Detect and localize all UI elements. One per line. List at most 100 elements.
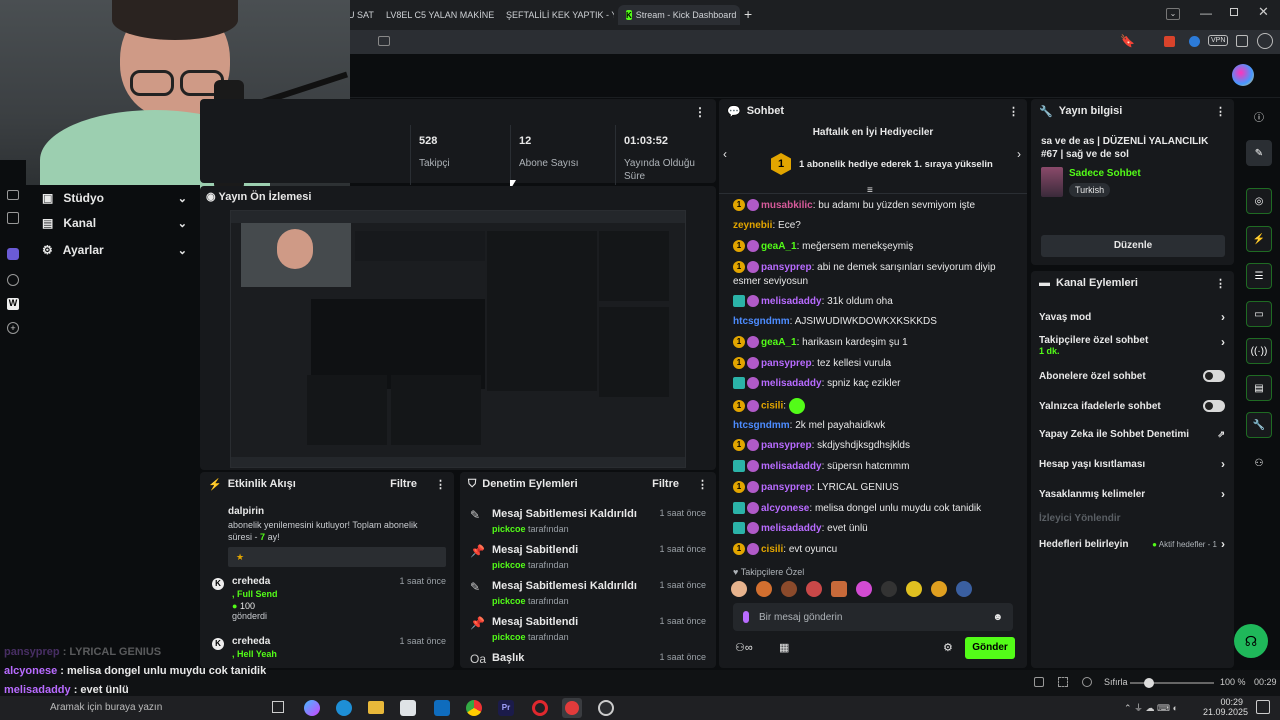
wallet-icon[interactable] [1236,35,1248,47]
emoji-icon[interactable]: ☻ [992,612,1003,623]
close-icon[interactable]: ✕ [1258,4,1269,20]
outlook-icon[interactable] [434,700,450,716]
pinned-collapse-icon[interactable]: ≡ [867,185,873,196]
layout-icon[interactable]: ▤ [1246,375,1272,401]
extension-icon[interactable] [1189,36,1200,47]
capture-icon[interactable] [1058,677,1068,687]
chevron-right-icon[interactable]: › [1017,147,1021,161]
emote-icon[interactable] [781,581,797,597]
tab-search-icon[interactable]: ⌄ [1166,8,1180,20]
subscribers-only-toggle[interactable] [1203,370,1225,382]
chat-username[interactable]: pansyprep [761,358,812,369]
emote-icon[interactable] [906,581,922,597]
emote-icon[interactable] [931,581,947,597]
nav-item-studio[interactable]: ▣ Stüdyo ⌄ [42,187,187,209]
stream-preview-video[interactable] [230,210,686,468]
theme-icon[interactable] [1082,677,1092,687]
wrench-icon[interactable]: 🔧 [1246,412,1272,438]
more-options-icon[interactable]: ⋮ [1215,277,1226,290]
bolt-icon[interactable]: ⚡ [1246,226,1272,252]
zoom-slider[interactable] [1130,678,1214,688]
globe-icon[interactable] [7,274,19,286]
users-icon[interactable]: ⚇ [1246,450,1272,476]
more-options-icon[interactable]: ⋮ [1215,105,1226,118]
tab-kick-dashboard[interactable]: K Stream - Kick Dashboard [618,5,740,25]
emote-icon[interactable] [956,581,972,597]
emote-icon[interactable] [856,581,872,597]
task-view-icon[interactable] [272,701,284,713]
emote-icon[interactable] [806,581,822,597]
store-icon[interactable]: ▦ [779,641,789,654]
emotes-only-toggle[interactable] [1203,400,1225,412]
chat-username[interactable]: pansyprep [761,440,812,451]
copilot-icon[interactable] [304,700,320,716]
target-icon[interactable]: ◎ [1246,188,1272,214]
notification-icon[interactable] [1256,700,1270,714]
tab-1[interactable]: U SAT [348,5,378,25]
more-options-icon[interactable]: ⋮ [1008,105,1019,118]
nav-item-settings[interactable]: ⚙ Ayarlar ⌄ [42,239,187,261]
chat-username[interactable]: melisadaddy [761,461,822,472]
action-subscribers-only[interactable]: Abonelere özel sohbet [1039,365,1225,387]
chat-username[interactable]: melisadaddy [761,296,822,307]
taskbar-search[interactable]: Aramak için buraya yazın [50,702,162,713]
app-icon[interactable] [7,248,19,260]
moderation-filter-button[interactable]: Filtre [652,478,679,490]
chat-username[interactable]: cisili [761,544,783,555]
chat-username[interactable]: geaA_1 [761,241,797,252]
gear-icon[interactable]: ⚙ [943,641,953,654]
more-options-icon[interactable]: ⋮ [694,105,706,119]
explorer-icon[interactable] [368,701,384,714]
list-icon[interactable]: ☰ [1246,263,1272,289]
chat-username[interactable]: htcsgndmm [733,420,790,431]
chat-username[interactable]: pansyprep [761,482,812,493]
emote-icon[interactable] [756,581,772,597]
chat-input[interactable]: Bir mesaj gönderin ☻ [733,603,1013,631]
chat-username[interactable]: htcsgndmm [733,316,790,327]
edit-button[interactable]: Düzenle [1041,235,1225,257]
document-icon[interactable] [7,212,19,224]
tab-2[interactable]: LV8EL C5 YALAN MAKİNESİ [382,5,494,25]
vivaldi-icon[interactable] [562,698,582,718]
w-app-icon[interactable]: W [7,298,19,310]
minimize-icon[interactable]: — [1200,6,1212,20]
more-options-icon[interactable]: ⋮ [435,478,446,491]
chat-username[interactable]: cisili [761,401,783,412]
nav-item-channel[interactable]: ▤ Kanal ⌄ [42,212,187,234]
more-options-icon[interactable]: ⋮ [697,478,708,491]
rewards-icon[interactable]: ⚇∞ [735,641,753,654]
zoom-reset-button[interactable]: Sıfırla [1104,677,1128,687]
action-banned-words[interactable]: Yasaklanmış kelimeler › [1039,483,1225,505]
chat-username[interactable]: geaA_1 [761,337,797,348]
add-icon[interactable]: + [7,322,19,334]
vpn-button[interactable]: VPN [1208,35,1229,46]
opera-icon[interactable] [532,700,548,716]
store-icon[interactable] [400,700,416,716]
action-ai-moderation[interactable]: Yapay Zeka ile Sohbet Denetimi ⇗ [1039,423,1225,445]
chrome-icon[interactable] [466,700,482,716]
action-followers-only[interactable]: Takipçilere özel sohbet 1 dk. › [1039,335,1225,361]
maximize-icon[interactable] [1230,8,1238,16]
support-chat-icon[interactable]: ☊ [1234,624,1268,658]
chat-username[interactable]: melisadaddy [761,378,822,389]
broadcast-icon[interactable]: ((·)) [1246,338,1272,364]
screenshot-icon[interactable] [1034,677,1044,687]
new-tab-button[interactable]: + [744,6,752,22]
emote-icon[interactable] [731,581,747,597]
action-slow-mode[interactable]: Yavaş mod › [1039,306,1225,328]
chat-icon[interactable]: ▭ [1246,301,1272,327]
emote-icon[interactable] [881,581,897,597]
bookmark-icon[interactable]: 🔖 [1120,34,1135,48]
window-icon[interactable] [7,190,19,200]
extension-icon[interactable] [1164,36,1175,47]
chat-username[interactable]: alcyonese [761,503,809,514]
action-emotes-only[interactable]: Yalnızca ifadelerle sohbet [1039,395,1225,417]
premiere-icon[interactable]: Pr [498,700,514,716]
tray-icons[interactable]: ⌃ ⏚ ☁ ⌨ ◐ [1124,701,1178,714]
action-account-age[interactable]: Hesap yaşı kısıtlaması › [1039,453,1225,475]
tab-3[interactable]: ŞEFTALİLİ KEK YAPTIK - You [502,5,614,25]
site-info-icon[interactable] [378,36,390,46]
profile-icon[interactable] [1257,33,1273,49]
obs-icon[interactable] [598,700,614,716]
pencil-icon[interactable]: ✎ [1246,140,1272,166]
